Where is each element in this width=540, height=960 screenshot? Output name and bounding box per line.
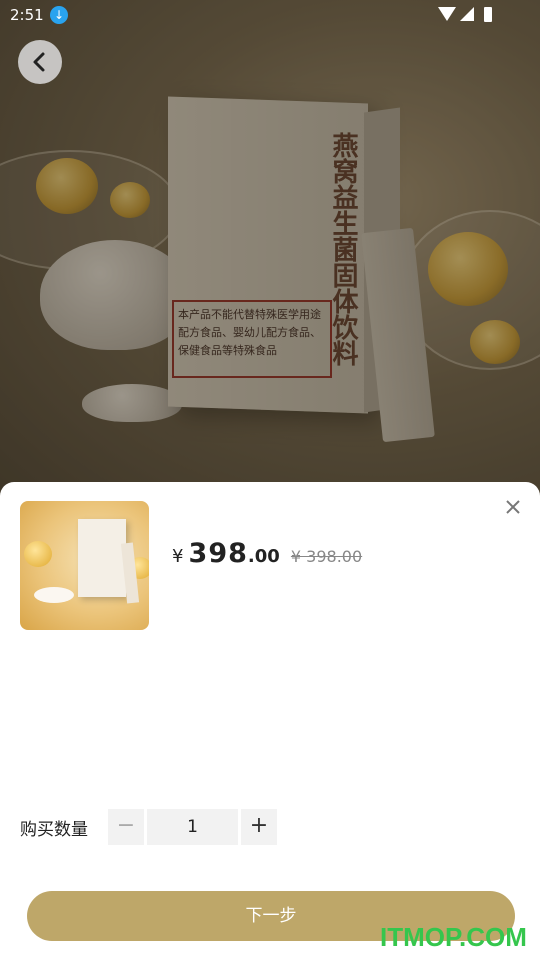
status-time: 2:51 bbox=[10, 6, 44, 24]
thumb-droplet bbox=[24, 541, 52, 567]
battery-icon bbox=[484, 7, 492, 22]
decrease-quantity-button[interactable]: − bbox=[108, 809, 144, 845]
system-icons bbox=[434, 7, 504, 23]
signal-icon bbox=[460, 7, 474, 21]
thumb-powder bbox=[34, 587, 74, 603]
wifi-icon bbox=[438, 7, 456, 21]
product-thumbnail bbox=[20, 501, 149, 630]
status-bar: 2:51 ↓ bbox=[0, 0, 540, 30]
price-integer: 398 bbox=[188, 538, 248, 569]
original-price: ¥ 398.00 bbox=[290, 547, 363, 566]
currency-symbol: ¥ bbox=[172, 546, 184, 567]
price-row: ¥ 398.00 ¥ 398.00 bbox=[172, 538, 362, 578]
increase-quantity-button[interactable]: + bbox=[241, 809, 277, 845]
price-decimal: .00 bbox=[247, 546, 280, 567]
hero-overlay bbox=[0, 0, 540, 500]
purchase-sheet: ¥ 398.00 ¥ 398.00 购买数量 − + 下一步 bbox=[0, 482, 540, 960]
close-icon bbox=[506, 500, 520, 514]
close-button[interactable] bbox=[502, 496, 524, 518]
back-icon bbox=[33, 52, 45, 72]
quantity-input[interactable] bbox=[147, 809, 238, 845]
quantity-label: 购买数量 bbox=[20, 820, 88, 840]
thumb-box bbox=[78, 519, 126, 597]
back-button[interactable] bbox=[18, 40, 62, 84]
product-hero-image: 燕窝益生菌固体饮料 本产品不能代替特殊医学用途配方食品、婴幼儿配方食品、保健食品… bbox=[0, 0, 540, 500]
watermark-text: ITMOP.COM bbox=[380, 922, 527, 952]
download-icon: ↓ bbox=[50, 6, 68, 24]
